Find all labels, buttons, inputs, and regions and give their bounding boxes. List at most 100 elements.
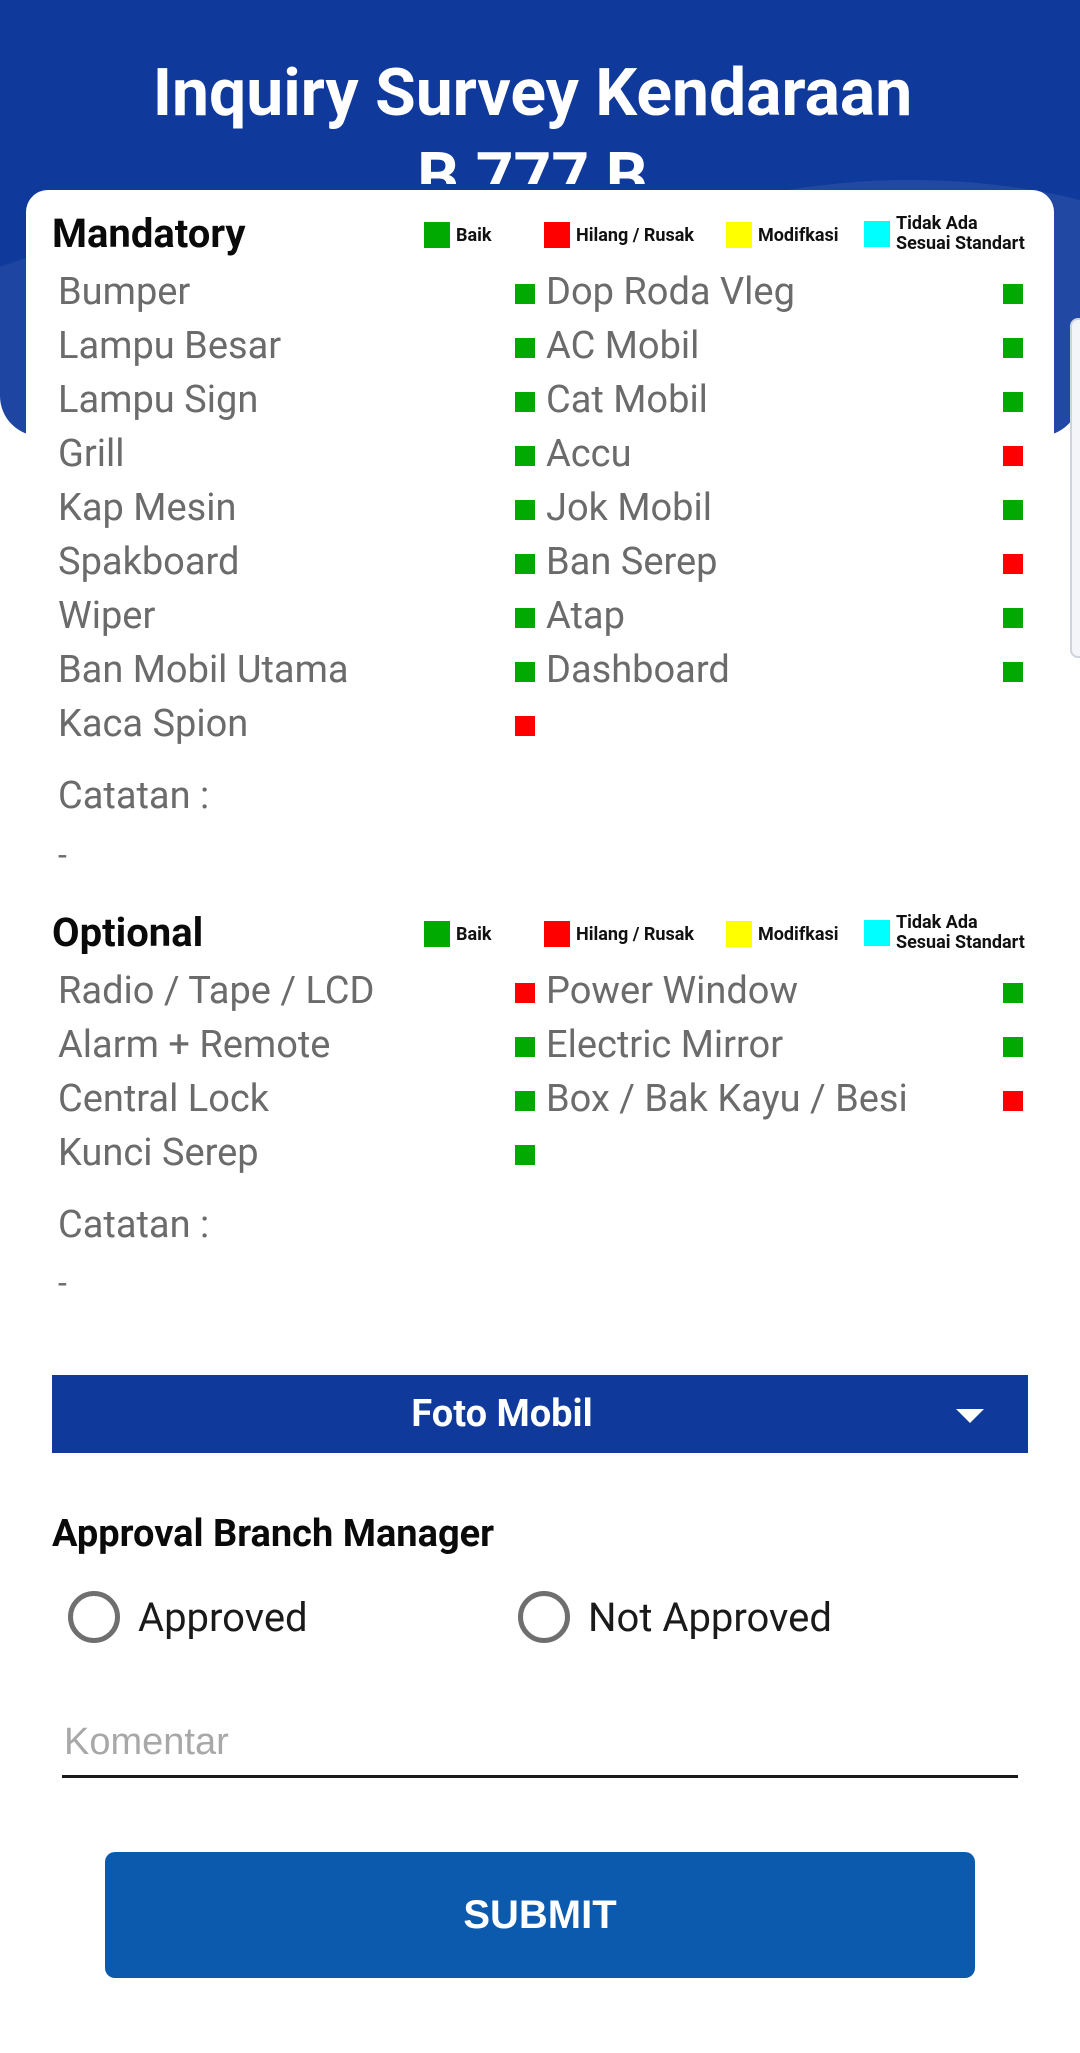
item-label: Box / Bak Kayu / Besi [546,1077,908,1121]
optional-title: Optional [52,909,204,956]
page-title-line1: Inquiry Survey Kendaraan [152,55,913,132]
status-indicator [1003,1037,1023,1057]
optional-legend: Baik Hilang / Rusak Modifkasi Tidak Ada S… [424,913,1054,963]
item-label: Dop Roda Vleg [546,270,795,314]
status-indicator [515,1091,535,1111]
status-indicator [515,338,535,358]
status-indicator [1003,608,1023,628]
legend-tidak-ada: Tidak Ada Sesuai Standart [864,913,1025,953]
legend-modifikasi: Modifkasi [726,222,839,248]
list-item: Wiper Atap [26,594,1054,648]
legend-modifikasi-swatch [726,921,752,947]
item-label: Atap [546,594,625,638]
chevron-down-icon [956,1409,984,1423]
status-indicator [515,1145,535,1165]
not-approved-radio[interactable]: Not Approved [518,1590,832,1644]
item-label: Kaca Spion [58,702,249,746]
legend-baik: Baik [424,222,492,248]
item-label: Ban Serep [546,540,718,584]
item-label: Jok Mobil [546,486,712,530]
status-indicator [515,716,535,736]
page-title-plate-number: B 777 B [417,139,648,184]
status-indicator [515,446,535,466]
legend-modifikasi: Modifkasi [726,921,839,947]
status-indicator [515,392,535,412]
side-panel-edge [1070,318,1080,658]
legend-hilang-swatch [544,222,570,248]
radio-circle-icon[interactable] [518,1591,570,1643]
legend-tidak-ada-swatch [864,221,890,247]
item-label: Wiper [58,594,156,638]
mandatory-title: Mandatory [52,210,246,257]
item-label: Lampu Besar [58,324,282,368]
item-label: Grill [58,432,125,476]
item-label: Dashboard [546,648,730,692]
item-label: Spakboard [58,540,240,584]
legend-hilang: Hilang / Rusak [544,222,694,248]
not-approved-label: Not Approved [588,1593,832,1641]
mandatory-legend: Baik Hilang / Rusak Modifkasi Tidak Ada S… [424,214,1054,264]
status-indicator [1003,392,1023,412]
status-indicator [515,284,535,304]
item-label: Kap Mesin [58,486,237,530]
status-indicator [1003,284,1023,304]
status-indicator [515,1037,535,1057]
status-indicator [1003,338,1023,358]
status-indicator [1003,500,1023,520]
status-indicator [1003,554,1023,574]
list-item: Central Lock Box / Bak Kayu / Besi [26,1077,1054,1131]
status-indicator [515,554,535,574]
item-label: Alarm + Remote [58,1023,331,1067]
status-indicator [515,608,535,628]
list-item: Ban Mobil Utama Dashboard [26,648,1054,702]
legend-hilang-swatch [544,921,570,947]
item-label: Ban Mobil Utama [58,648,349,692]
mandatory-note-label: Catatan : [58,774,210,818]
approved-radio[interactable]: Approved [68,1590,308,1644]
list-item: Radio / Tape / LCD Power Window [26,969,1054,1023]
legend-baik-swatch [424,222,450,248]
optional-note-value: - [58,1264,67,1302]
legend-hilang: Hilang / Rusak [544,921,694,947]
legend-tidak-ada: Tidak Ada Sesuai Standart [864,214,1025,254]
item-label: Electric Mirror [546,1023,784,1067]
list-item: Lampu Sign Cat Mobil [26,378,1054,432]
list-item: Spakboard Ban Serep [26,540,1054,594]
item-label: Central Lock [58,1077,270,1121]
approved-label: Approved [138,1593,308,1641]
status-indicator [1003,446,1023,466]
list-item: Grill Accu [26,432,1054,486]
komentar-input[interactable] [62,1710,1018,1778]
list-item: Kunci Serep [26,1131,1054,1185]
approval-title: Approval Branch Manager [52,1512,495,1556]
survey-card: Mandatory Baik Hilang / Rusak Modifkasi … [26,190,1054,2053]
list-item: Lampu Besar AC Mobil [26,324,1054,378]
list-item: Alarm + Remote Electric Mirror [26,1023,1054,1077]
optional-note-label: Catatan : [58,1203,210,1247]
radio-circle-icon[interactable] [68,1591,120,1643]
page-title: Inquiry Survey Kendaraan B 777 B [0,52,1065,184]
status-indicator [1003,662,1023,682]
item-label: Power Window [546,969,799,1013]
mandatory-note-value: - [58,836,67,874]
foto-mobil-label: Foto Mobil [411,1392,593,1436]
submit-button[interactable]: SUBMIT [105,1852,975,1978]
status-indicator [515,983,535,1003]
legend-modifikasi-swatch [726,222,752,248]
legend-tidak-ada-swatch [864,920,890,946]
status-indicator [1003,983,1023,1003]
list-item: Kaca Spion [26,702,1054,756]
item-label: Radio / Tape / LCD [58,969,375,1013]
legend-baik-swatch [424,921,450,947]
status-indicator [515,662,535,682]
item-label: Kunci Serep [58,1131,259,1175]
item-label: Lampu Sign [58,378,259,422]
item-label: Accu [546,432,632,476]
item-label: AC Mobil [546,324,700,368]
legend-baik: Baik [424,921,492,947]
foto-mobil-dropdown[interactable]: Foto Mobil [52,1375,1028,1453]
status-indicator [1003,1091,1023,1111]
list-item: Kap Mesin Jok Mobil [26,486,1054,540]
list-item: Bumper Dop Roda Vleg [26,270,1054,324]
item-label: Bumper [58,270,191,314]
